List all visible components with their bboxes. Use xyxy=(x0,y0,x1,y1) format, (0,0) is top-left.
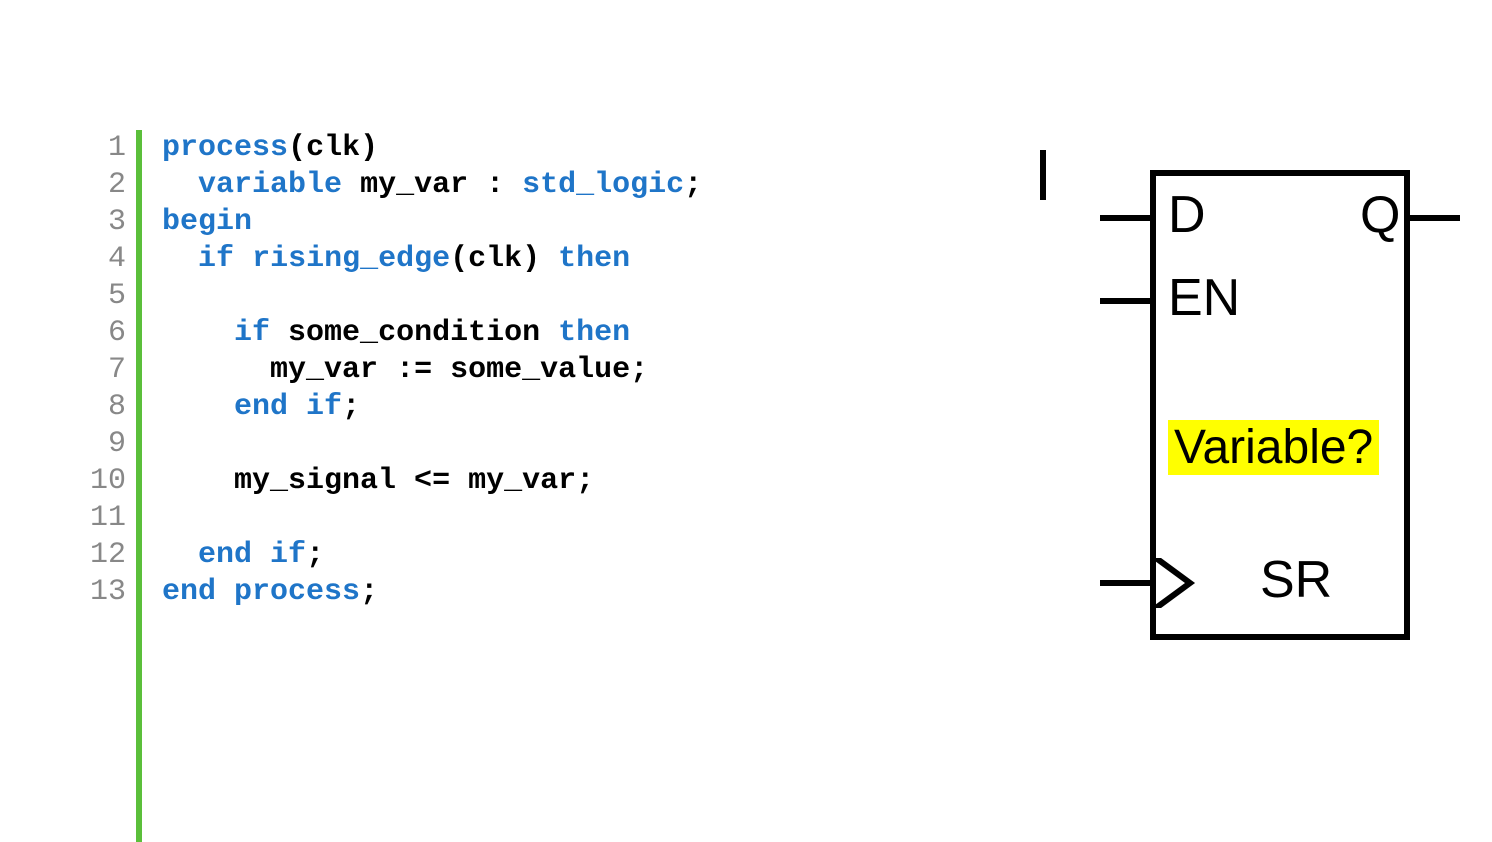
code-line: if some_condition then xyxy=(162,315,702,352)
variable-annotation: Variable? xyxy=(1168,420,1379,475)
clock-triangle-icon xyxy=(1156,558,1196,608)
pin-wire-q xyxy=(1410,215,1460,221)
flipflop-diagram: D Q EN SR Variable? xyxy=(1040,150,1440,700)
code-line: my_var := some_value; xyxy=(162,352,702,389)
code-line: end if; xyxy=(162,389,702,426)
code-accent-bar xyxy=(136,130,142,842)
line-number: 10 xyxy=(90,463,126,500)
line-number: 12 xyxy=(90,537,126,574)
line-number: 6 xyxy=(108,315,126,352)
line-number: 13 xyxy=(90,574,126,611)
line-number: 11 xyxy=(90,500,126,537)
pin-label-d: D xyxy=(1168,185,1206,245)
pin-wire-d xyxy=(1100,215,1150,221)
pin-wire-clk xyxy=(1100,580,1150,586)
line-number: 2 xyxy=(108,167,126,204)
line-number: 7 xyxy=(108,352,126,389)
line-number: 4 xyxy=(108,241,126,278)
line-number: 9 xyxy=(108,426,126,463)
line-number: 1 xyxy=(108,130,126,167)
code-line xyxy=(162,278,702,315)
code-line: end process; xyxy=(162,574,702,611)
line-number-gutter: 12345678910111213 xyxy=(90,130,136,842)
code-line: begin xyxy=(162,204,702,241)
code-line xyxy=(162,426,702,463)
pin-wire-sr xyxy=(1040,150,1046,200)
code-line: end if; xyxy=(162,537,702,574)
code-line xyxy=(162,500,702,537)
code-line: variable my_var : std_logic; xyxy=(162,167,702,204)
code-line: if rising_edge(clk) then xyxy=(162,241,702,278)
code-line: my_signal <= my_var; xyxy=(162,463,702,500)
code-block: 12345678910111213 process(clk) variable … xyxy=(0,0,702,842)
code-line: process(clk) xyxy=(162,130,702,167)
code-lines: process(clk) variable my_var : std_logic… xyxy=(162,130,702,842)
pin-label-q: Q xyxy=(1360,185,1400,245)
line-number: 8 xyxy=(108,389,126,426)
pin-wire-en xyxy=(1100,298,1150,304)
pin-label-sr: SR xyxy=(1260,550,1332,610)
line-number: 3 xyxy=(108,204,126,241)
pin-label-en: EN xyxy=(1168,268,1240,328)
line-number: 5 xyxy=(108,278,126,315)
